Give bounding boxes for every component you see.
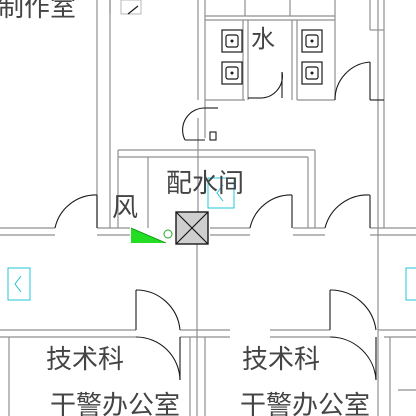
room-label-water: 水 bbox=[251, 25, 275, 53]
sink-icon bbox=[301, 61, 323, 85]
door bbox=[324, 194, 371, 229]
door bbox=[135, 336, 181, 381]
door bbox=[249, 194, 293, 229]
door bbox=[334, 61, 384, 101]
room-label-water-room: 配水间 bbox=[166, 169, 244, 199]
ceiling-light-icon bbox=[7, 267, 31, 301]
room-label-office-left-line2: 干警办公室 bbox=[50, 391, 180, 416]
room-label-top-left: 制作室 bbox=[0, 0, 76, 23]
door bbox=[248, 71, 283, 99]
sink-icon bbox=[301, 29, 323, 53]
ceiling-light-icon bbox=[405, 267, 416, 301]
sink-icon bbox=[221, 29, 243, 53]
room-label-office-left-line1: 技术科 bbox=[46, 345, 124, 375]
door bbox=[54, 194, 98, 229]
floor-plan: 制作室 水 配水间 风 技术科 干警办公室 技术科 干警办公室 bbox=[0, 0, 416, 416]
room-label-office-right-line1: 技术科 bbox=[242, 345, 320, 375]
duct-shaft-icon bbox=[175, 211, 209, 245]
door bbox=[329, 289, 377, 331]
room-label-wind: 风 bbox=[112, 193, 138, 223]
door bbox=[182, 107, 218, 141]
door bbox=[329, 336, 377, 381]
room-label-office-right-line2: 干警办公室 bbox=[240, 391, 370, 416]
sink-icon bbox=[221, 61, 243, 85]
exhaust-fan-icon bbox=[130, 227, 173, 244]
doors bbox=[54, 61, 384, 381]
wall-segment bbox=[127, 5, 139, 15]
door bbox=[135, 289, 181, 331]
